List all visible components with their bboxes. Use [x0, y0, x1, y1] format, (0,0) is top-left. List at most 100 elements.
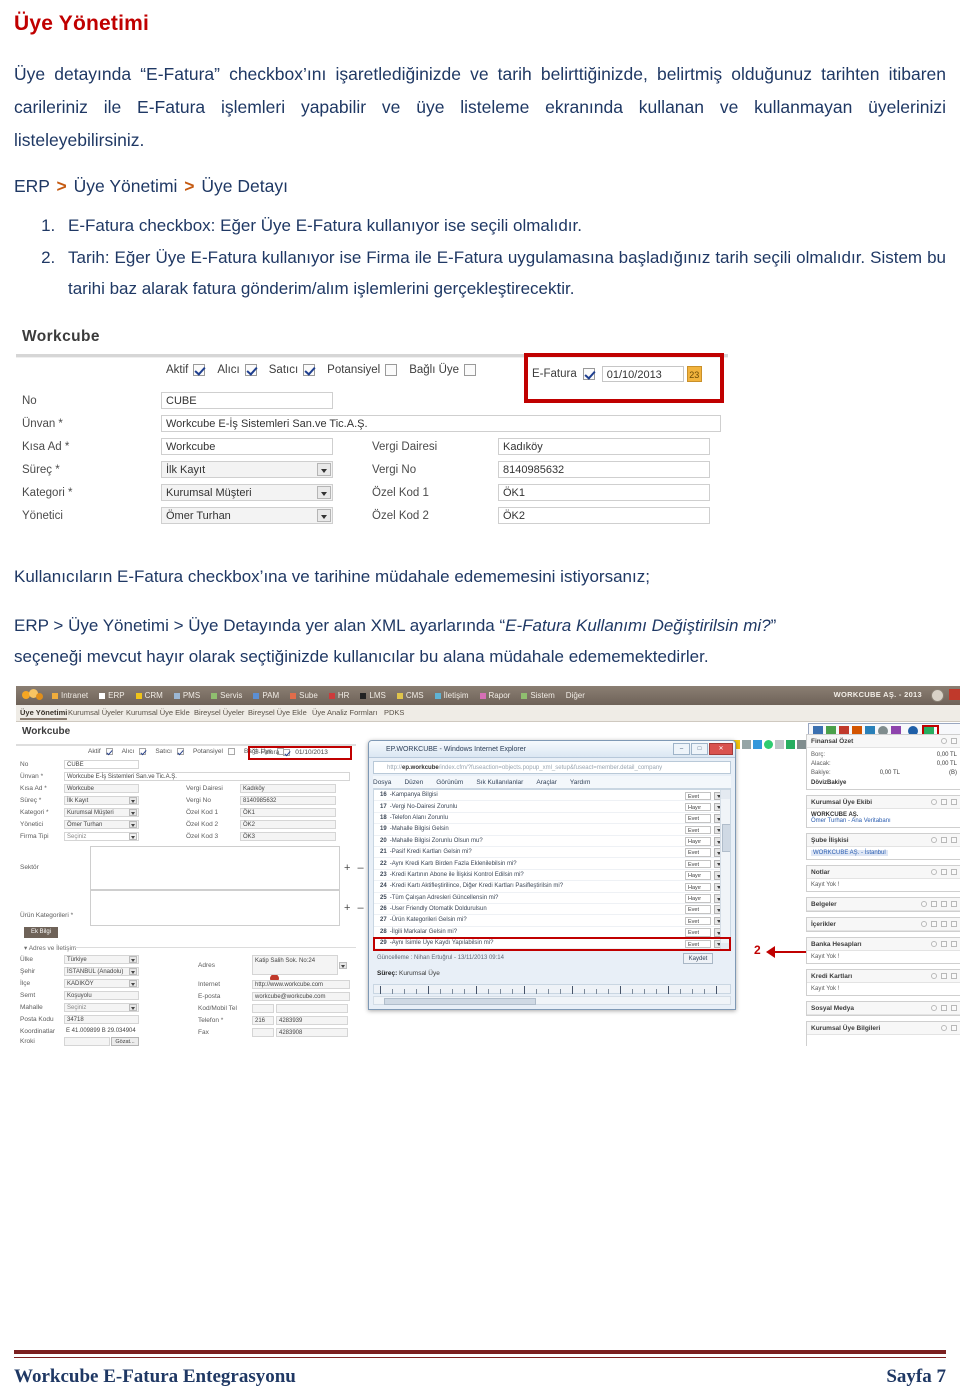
menu-item-sik-kullanilanlar[interactable]: Sık Kullanılanlar: [476, 779, 523, 786]
expand-icon[interactable]: [951, 869, 957, 875]
nav-item-sistem[interactable]: Sistem: [521, 691, 554, 700]
row-value[interactable]: Evet: [685, 905, 711, 914]
refresh-icon[interactable]: [931, 837, 937, 843]
add-remove-urun-icon[interactable]: + –: [344, 902, 366, 914]
menu-item-araclar[interactable]: Araçlar: [536, 779, 557, 786]
field-input-koordinatlar[interactable]: E 41.009899 B 29.034904: [64, 1027, 174, 1036]
expand-icon[interactable]: [951, 837, 957, 843]
field-input-telefon[interactable]: 4283939: [276, 1016, 348, 1025]
refresh-icon[interactable]: [941, 738, 947, 744]
add-remove-sektor-icon[interactable]: + –: [344, 862, 366, 874]
field-input-posta-kodu[interactable]: 34718: [64, 1015, 139, 1024]
nav-item-diger[interactable]: Diğer: [566, 691, 585, 700]
efatura-field-group[interactable]: E-Fatura 01/10/2013 23: [532, 366, 702, 382]
expand-icon[interactable]: [951, 941, 957, 947]
checkbox-alici-icon[interactable]: [139, 748, 146, 755]
menu-item-dosya[interactable]: Dosya: [373, 779, 391, 786]
expand-icon[interactable]: [951, 1005, 957, 1011]
field-input-unvan[interactable]: Workcube E-İş Sistemleri San.ve Tic.A.Ş.: [161, 415, 721, 432]
field-select-ilce[interactable]: KADIKÖY: [64, 979, 139, 988]
row-value[interactable]: Evet: [685, 848, 711, 857]
efatura-checkbox-icon[interactable]: [283, 749, 290, 756]
expand-icon[interactable]: [951, 973, 957, 979]
field-input-eposta[interactable]: workcube@workcube.com: [252, 992, 350, 1001]
chevron-down-icon[interactable]: [317, 463, 331, 476]
row-value[interactable]: Evet: [685, 928, 711, 937]
nav-item-iletisim[interactable]: İletişim: [435, 691, 469, 700]
refresh-icon[interactable]: [931, 1005, 937, 1011]
row-value[interactable]: Evet: [685, 917, 711, 926]
table-row[interactable]: 27- Ürün Kategorileri Gelsin mi?Evet: [374, 915, 730, 926]
table-row[interactable]: 16- Kampanya BilgisiEvet: [374, 790, 730, 801]
nav-item-intranet[interactable]: Intranet: [52, 691, 88, 700]
refresh-icon[interactable]: [931, 799, 937, 805]
menu-item-yardim[interactable]: Yardım: [570, 779, 590, 786]
expand-icon[interactable]: [339, 962, 347, 969]
checkbox-satici[interactable]: Satıcı: [269, 364, 315, 376]
efatura-date-input[interactable]: 01/10/2013: [602, 366, 684, 382]
table-row[interactable]: 23- Kredi Kartının Abone ile İlişkisi Ko…: [374, 870, 730, 881]
branch-link[interactable]: WORKCUBE AŞ. - İstanbul: [811, 850, 888, 856]
field-input-kod[interactable]: [252, 1004, 274, 1013]
nav-item-cms[interactable]: CMS: [397, 691, 424, 700]
expand-icon[interactable]: [951, 799, 957, 805]
field-select-mahalle[interactable]: Seçiniz: [64, 1003, 139, 1012]
refresh-icon[interactable]: [941, 1025, 947, 1031]
row-value[interactable]: Evet: [685, 826, 711, 835]
field-input-vergi-no[interactable]: 8140985632: [498, 461, 710, 478]
refresh-icon[interactable]: [921, 921, 927, 927]
field-input-semt[interactable]: Koşuyolu: [64, 991, 139, 1000]
field-input-no[interactable]: CUBE: [161, 392, 333, 409]
table-row[interactable]: 22- Aynı Kredi Kartı Birden Fazla Ekleni…: [374, 858, 730, 869]
add-icon[interactable]: [941, 1005, 947, 1011]
field-input-unvan[interactable]: Workcube E-İş Sistemleri San.ve Tic.A.Ş.: [64, 772, 350, 781]
table-row[interactable]: 17- Vergi No-Dairesi ZorunluHayır: [374, 801, 730, 812]
field-select-kategori[interactable]: Kurumsal Müşteri: [64, 808, 139, 817]
expand-icon[interactable]: [951, 921, 957, 927]
checkbox-icon[interactable]: [464, 364, 476, 376]
scrollbar-thumb[interactable]: [384, 998, 536, 1005]
add-icon[interactable]: [941, 799, 947, 805]
logout-icon[interactable]: [949, 689, 960, 700]
table-row[interactable]: 18- Telefon Alanı ZorunluEvet: [374, 813, 730, 824]
row-value[interactable]: Evet: [685, 814, 711, 823]
chevron-down-icon[interactable]: [317, 509, 331, 522]
refresh-icon[interactable]: [931, 941, 937, 947]
ek-bilgi-button[interactable]: Ek Bilgi: [24, 927, 58, 938]
checkbox-icon[interactable]: [193, 364, 205, 376]
save-button[interactable]: Kaydet: [683, 953, 713, 964]
chevron-down-icon[interactable]: [129, 1004, 137, 1011]
checkbox-alici[interactable]: Alıcı: [217, 364, 256, 376]
scrollbar-thumb[interactable]: [722, 824, 731, 852]
row-value[interactable]: Hayır: [685, 803, 711, 812]
field-input-adres[interactable]: Katip Salih Sok. No:24: [252, 955, 338, 975]
chevron-down-icon[interactable]: [129, 809, 137, 816]
field-select-firma-tipi[interactable]: Seçiniz: [64, 832, 139, 841]
tools-icon[interactable]: [742, 740, 751, 749]
field-select-kategori[interactable]: Kurumsal Müşteri: [161, 484, 333, 501]
nav-item-pam[interactable]: PAM: [253, 691, 279, 700]
field-input-fax[interactable]: 4283908: [276, 1028, 348, 1037]
menu-item-gorunum[interactable]: Görünüm: [436, 779, 463, 786]
checkbox-aktif[interactable]: Aktif: [166, 364, 205, 376]
field-select-surec[interactable]: İlk Kayıt: [64, 796, 139, 805]
nav-item-erp[interactable]: ERP: [99, 691, 124, 700]
mail-icon[interactable]: [753, 740, 762, 749]
add-icon[interactable]: [941, 973, 947, 979]
add-icon[interactable]: [941, 901, 947, 907]
row-value[interactable]: Hayır: [685, 871, 711, 880]
expand-icon[interactable]: [951, 901, 957, 907]
add-icon[interactable]: [941, 869, 947, 875]
calendar-icon[interactable]: 23: [687, 366, 702, 382]
field-input-kroki[interactable]: [64, 1037, 110, 1046]
field-input-telefon-kod[interactable]: 216: [252, 1016, 274, 1025]
field-input-ozel-kod-1[interactable]: ÖK1: [498, 484, 710, 501]
nav-item-lms[interactable]: LMS: [360, 691, 385, 700]
field-input-ozel-kod-2[interactable]: ÖK2: [498, 507, 710, 524]
row-value[interactable]: Hayır: [685, 883, 711, 892]
checkbox-icon[interactable]: [385, 364, 397, 376]
refresh-icon[interactable]: [921, 901, 927, 907]
chevron-down-icon[interactable]: [129, 797, 137, 804]
row-value[interactable]: Hayır: [685, 894, 711, 903]
checkbox-bagli-uye[interactable]: Bağlı Üye: [409, 364, 476, 376]
